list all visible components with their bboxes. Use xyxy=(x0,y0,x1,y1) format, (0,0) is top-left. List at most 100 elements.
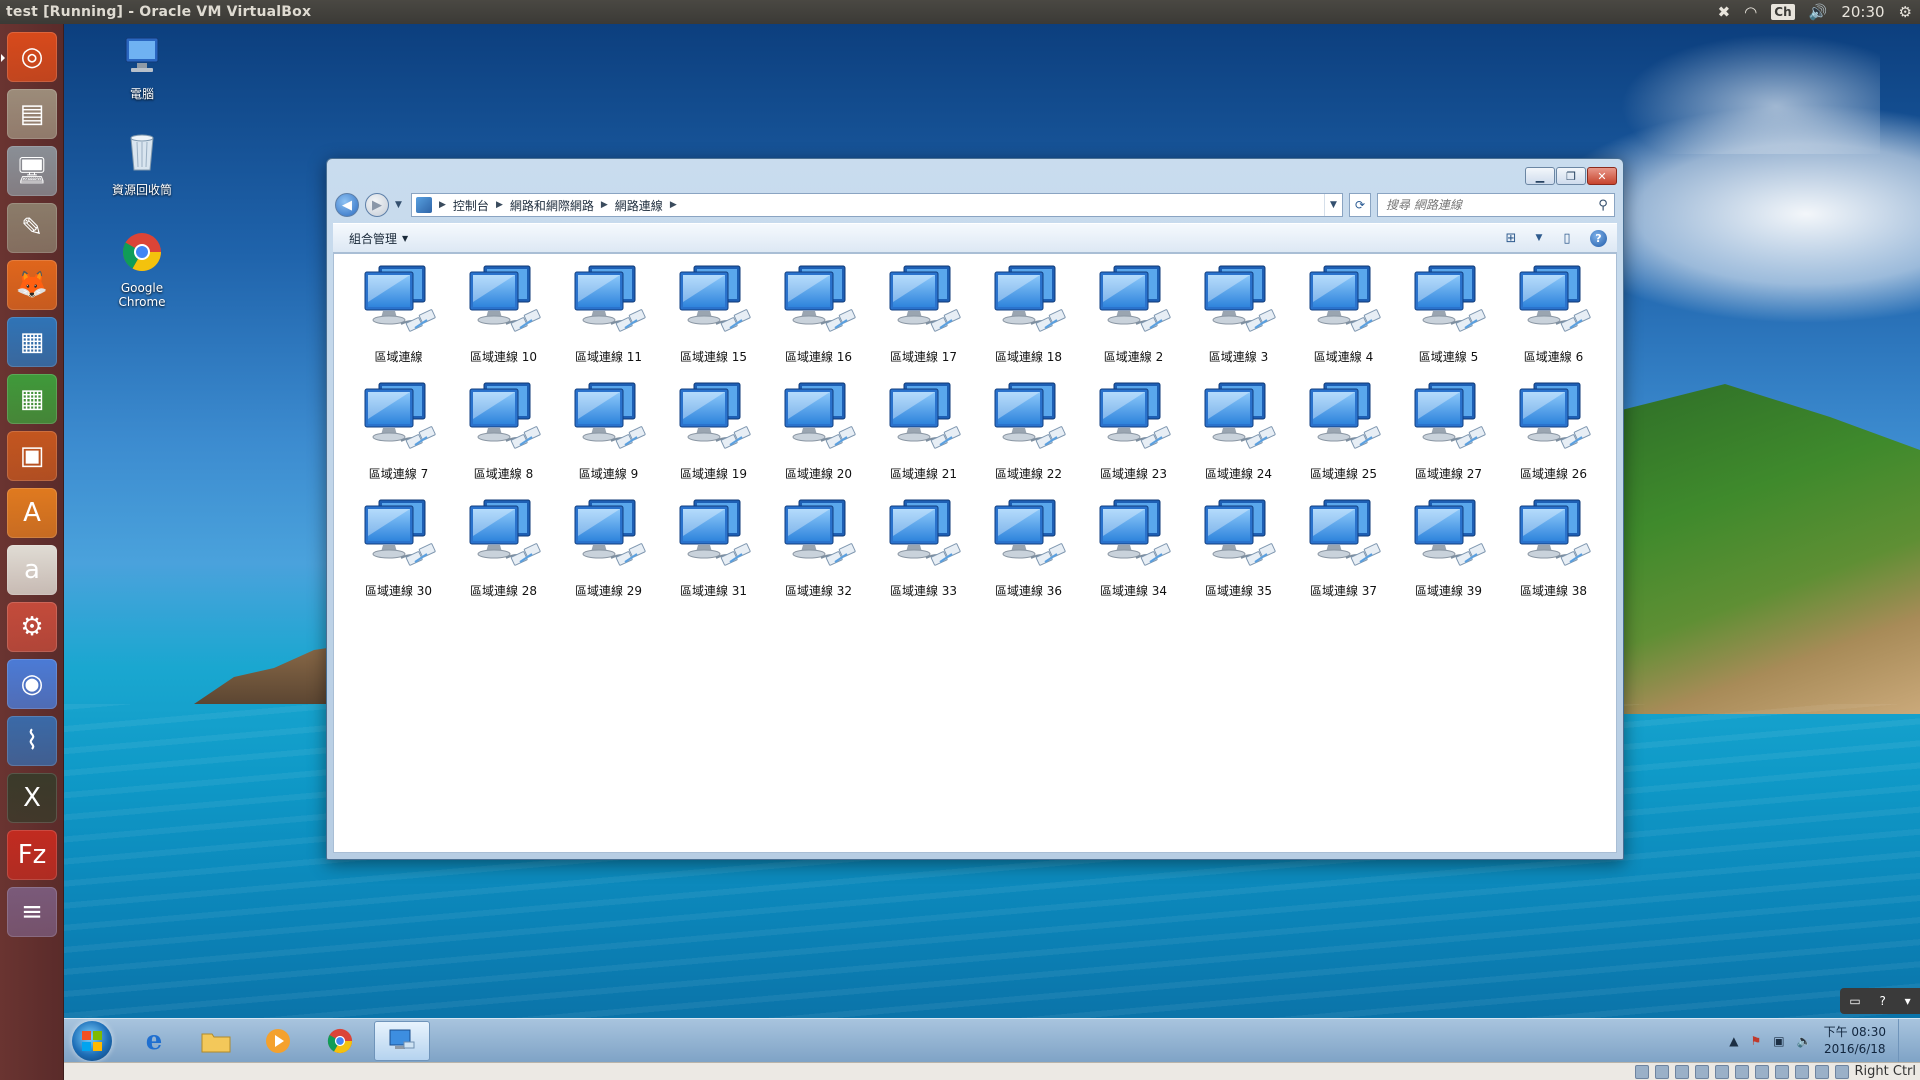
network-tray-icon[interactable]: ▣ xyxy=(1773,1034,1784,1048)
preview-pane-button[interactable]: ▯ xyxy=(1556,228,1578,248)
connection-item[interactable]: 區域連線 20 xyxy=(766,379,871,496)
dropbox-icon[interactable]: ✖ xyxy=(1718,3,1731,21)
network-connections-taskbar-button[interactable] xyxy=(374,1021,430,1061)
search-box[interactable]: ⚲ xyxy=(1377,193,1615,217)
connection-item[interactable]: 區域連線 16 xyxy=(766,262,871,379)
firefox-icon[interactable]: 🦊 xyxy=(7,260,57,310)
connection-item[interactable]: 區域連線 24 xyxy=(1186,379,1291,496)
show-desktop-button[interactable] xyxy=(1898,1019,1908,1063)
connection-item[interactable]: 區域連線 37 xyxy=(1291,496,1396,613)
system-monitor-icon[interactable]: ⌇ xyxy=(7,716,57,766)
connection-item[interactable]: 區域連線 2 xyxy=(1081,262,1186,379)
connection-item[interactable]: 區域連線 33 xyxy=(871,496,976,613)
volume-tray-icon[interactable]: 🔈 xyxy=(1797,1034,1812,1048)
filezilla-icon[interactable]: Fz xyxy=(7,830,57,880)
start-button[interactable] xyxy=(72,1021,112,1061)
audio-icon[interactable] xyxy=(1674,1064,1689,1079)
stacked-apps-icon[interactable]: ≡ xyxy=(7,887,57,937)
connection-item[interactable]: 區域連線 31 xyxy=(661,496,766,613)
mouse-integration-icon[interactable] xyxy=(1814,1064,1829,1079)
top-clock[interactable]: 20:30 xyxy=(1841,3,1884,21)
view-options-dropdown[interactable]: ▼ xyxy=(1534,228,1544,248)
breadcrumb-separator[interactable]: ▶ xyxy=(601,200,608,210)
help-icon[interactable]: ? xyxy=(1879,994,1885,1008)
connection-item[interactable]: 區域連線 10 xyxy=(451,262,556,379)
connection-item[interactable]: 區域連線 22 xyxy=(976,379,1081,496)
gear-icon[interactable]: ⚙ xyxy=(1899,3,1912,21)
connection-item[interactable]: 區域連線 5 xyxy=(1396,262,1501,379)
maximize-button[interactable]: ❐ xyxy=(1556,167,1586,185)
display-icon[interactable] xyxy=(1754,1064,1769,1079)
xterm-icon[interactable]: X xyxy=(7,773,57,823)
media-player-icon[interactable] xyxy=(250,1021,306,1061)
libreoffice-writer-icon[interactable]: ▦ xyxy=(7,317,57,367)
connection-item[interactable]: 區域連線 23 xyxy=(1081,379,1186,496)
connection-item[interactable]: 區域連線 7 xyxy=(346,379,451,496)
vbox-mini-toolbar[interactable]: ▭ ? ▾ xyxy=(1840,988,1920,1014)
close-button[interactable]: ✕ xyxy=(1587,167,1617,185)
wifi-icon[interactable]: ◠ xyxy=(1744,3,1757,21)
keyboard-icon[interactable]: ▭ xyxy=(1849,994,1860,1008)
breadcrumb-separator[interactable]: ▶ xyxy=(670,200,677,210)
keyboard-capture-icon[interactable] xyxy=(1834,1064,1849,1079)
back-button[interactable]: ◀ xyxy=(335,193,359,217)
connection-item[interactable]: 區域連線 25 xyxy=(1291,379,1396,496)
breadcrumb-network-internet[interactable]: 網路和網際網路 xyxy=(510,197,594,214)
connection-item[interactable]: 區域連線 15 xyxy=(661,262,766,379)
show-hidden-icons-button[interactable]: ▲ xyxy=(1729,1034,1738,1048)
forward-button[interactable]: ▶ xyxy=(365,193,389,217)
files-icon[interactable]: ▤ xyxy=(7,89,57,139)
optical-drive-icon[interactable] xyxy=(1654,1064,1669,1079)
internet-explorer-icon[interactable]: e xyxy=(126,1021,182,1061)
video-capture-icon[interactable] xyxy=(1774,1064,1789,1079)
recent-pages-dropdown[interactable]: ▼ xyxy=(395,200,405,210)
libreoffice-impress-icon[interactable]: ▣ xyxy=(7,431,57,481)
connection-item[interactable]: 區域連線 19 xyxy=(661,379,766,496)
change-view-button[interactable]: ⊞ xyxy=(1500,228,1522,248)
input-method-indicator[interactable]: Ch xyxy=(1771,4,1795,20)
connection-item[interactable]: 區域連線 11 xyxy=(556,262,661,379)
desktop-recycle-bin[interactable]: 資源回收筒 xyxy=(102,130,182,198)
breadcrumb-separator[interactable]: ▶ xyxy=(496,200,503,210)
libreoffice-calc-icon[interactable]: ▦ xyxy=(7,374,57,424)
shared-folders-icon[interactable] xyxy=(1734,1064,1749,1079)
connection-item[interactable]: 區域連線 38 xyxy=(1501,496,1606,613)
action-center-icon[interactable]: ⚑ xyxy=(1751,1034,1762,1048)
breadcrumb-control-panel[interactable]: 控制台 xyxy=(453,197,489,214)
chromium-icon[interactable]: ◉ xyxy=(7,659,57,709)
software-center-icon[interactable]: A xyxy=(7,488,57,538)
refresh-button[interactable]: ⟳ xyxy=(1349,193,1371,217)
organize-button[interactable]: 組合管理 ▼ xyxy=(343,227,414,250)
taskbar-clock[interactable]: 下午 08:30 2016/6/18 xyxy=(1824,1024,1886,1058)
ubuntu-dash-icon[interactable]: ◎ xyxy=(1,32,57,82)
volume-icon[interactable]: 🔊 xyxy=(1809,3,1828,21)
remote-desktop-icon[interactable]: 🖥 xyxy=(7,146,57,196)
connection-item[interactable]: 區域連線 21 xyxy=(871,379,976,496)
address-bar[interactable]: ▶ 控制台 ▶ 網路和網際網路 ▶ 網路連線 ▶ ▼ xyxy=(411,193,1343,217)
amazon-icon[interactable]: a xyxy=(7,545,57,595)
desktop-computer[interactable]: 電腦 xyxy=(102,34,182,102)
address-dropdown-button[interactable]: ▼ xyxy=(1324,194,1342,216)
connection-item[interactable]: 區域連線 27 xyxy=(1396,379,1501,496)
hard-disk-icon[interactable] xyxy=(1634,1064,1649,1079)
chrome-taskbar-icon[interactable] xyxy=(312,1021,368,1061)
connection-item[interactable]: 區域連線 36 xyxy=(976,496,1081,613)
connection-item[interactable]: 區域連線 32 xyxy=(766,496,871,613)
chevron-down-icon[interactable]: ▾ xyxy=(1905,994,1911,1008)
connection-item[interactable]: 區域連線 6 xyxy=(1501,262,1606,379)
connection-item[interactable]: 區域連線 29 xyxy=(556,496,661,613)
connection-item[interactable]: 區域連線 9 xyxy=(556,379,661,496)
help-icon[interactable]: ? xyxy=(1590,229,1607,247)
connection-item[interactable]: 區域連線 30 xyxy=(346,496,451,613)
connection-item[interactable]: 區域連線 34 xyxy=(1081,496,1186,613)
connection-item[interactable]: 區域連線 39 xyxy=(1396,496,1501,613)
search-input[interactable] xyxy=(1386,198,1592,212)
connection-item[interactable]: 區域連線 28 xyxy=(451,496,556,613)
breadcrumb-separator[interactable]: ▶ xyxy=(439,200,446,210)
search-icon[interactable]: ⚲ xyxy=(1592,198,1614,213)
connection-item[interactable]: 區域連線 18 xyxy=(976,262,1081,379)
connection-item[interactable]: 區域連線 35 xyxy=(1186,496,1291,613)
breadcrumb-network-connections[interactable]: 網路連線 xyxy=(615,197,663,214)
connection-item[interactable]: 區域連線 8 xyxy=(451,379,556,496)
editor-icon[interactable]: ✎ xyxy=(7,203,57,253)
